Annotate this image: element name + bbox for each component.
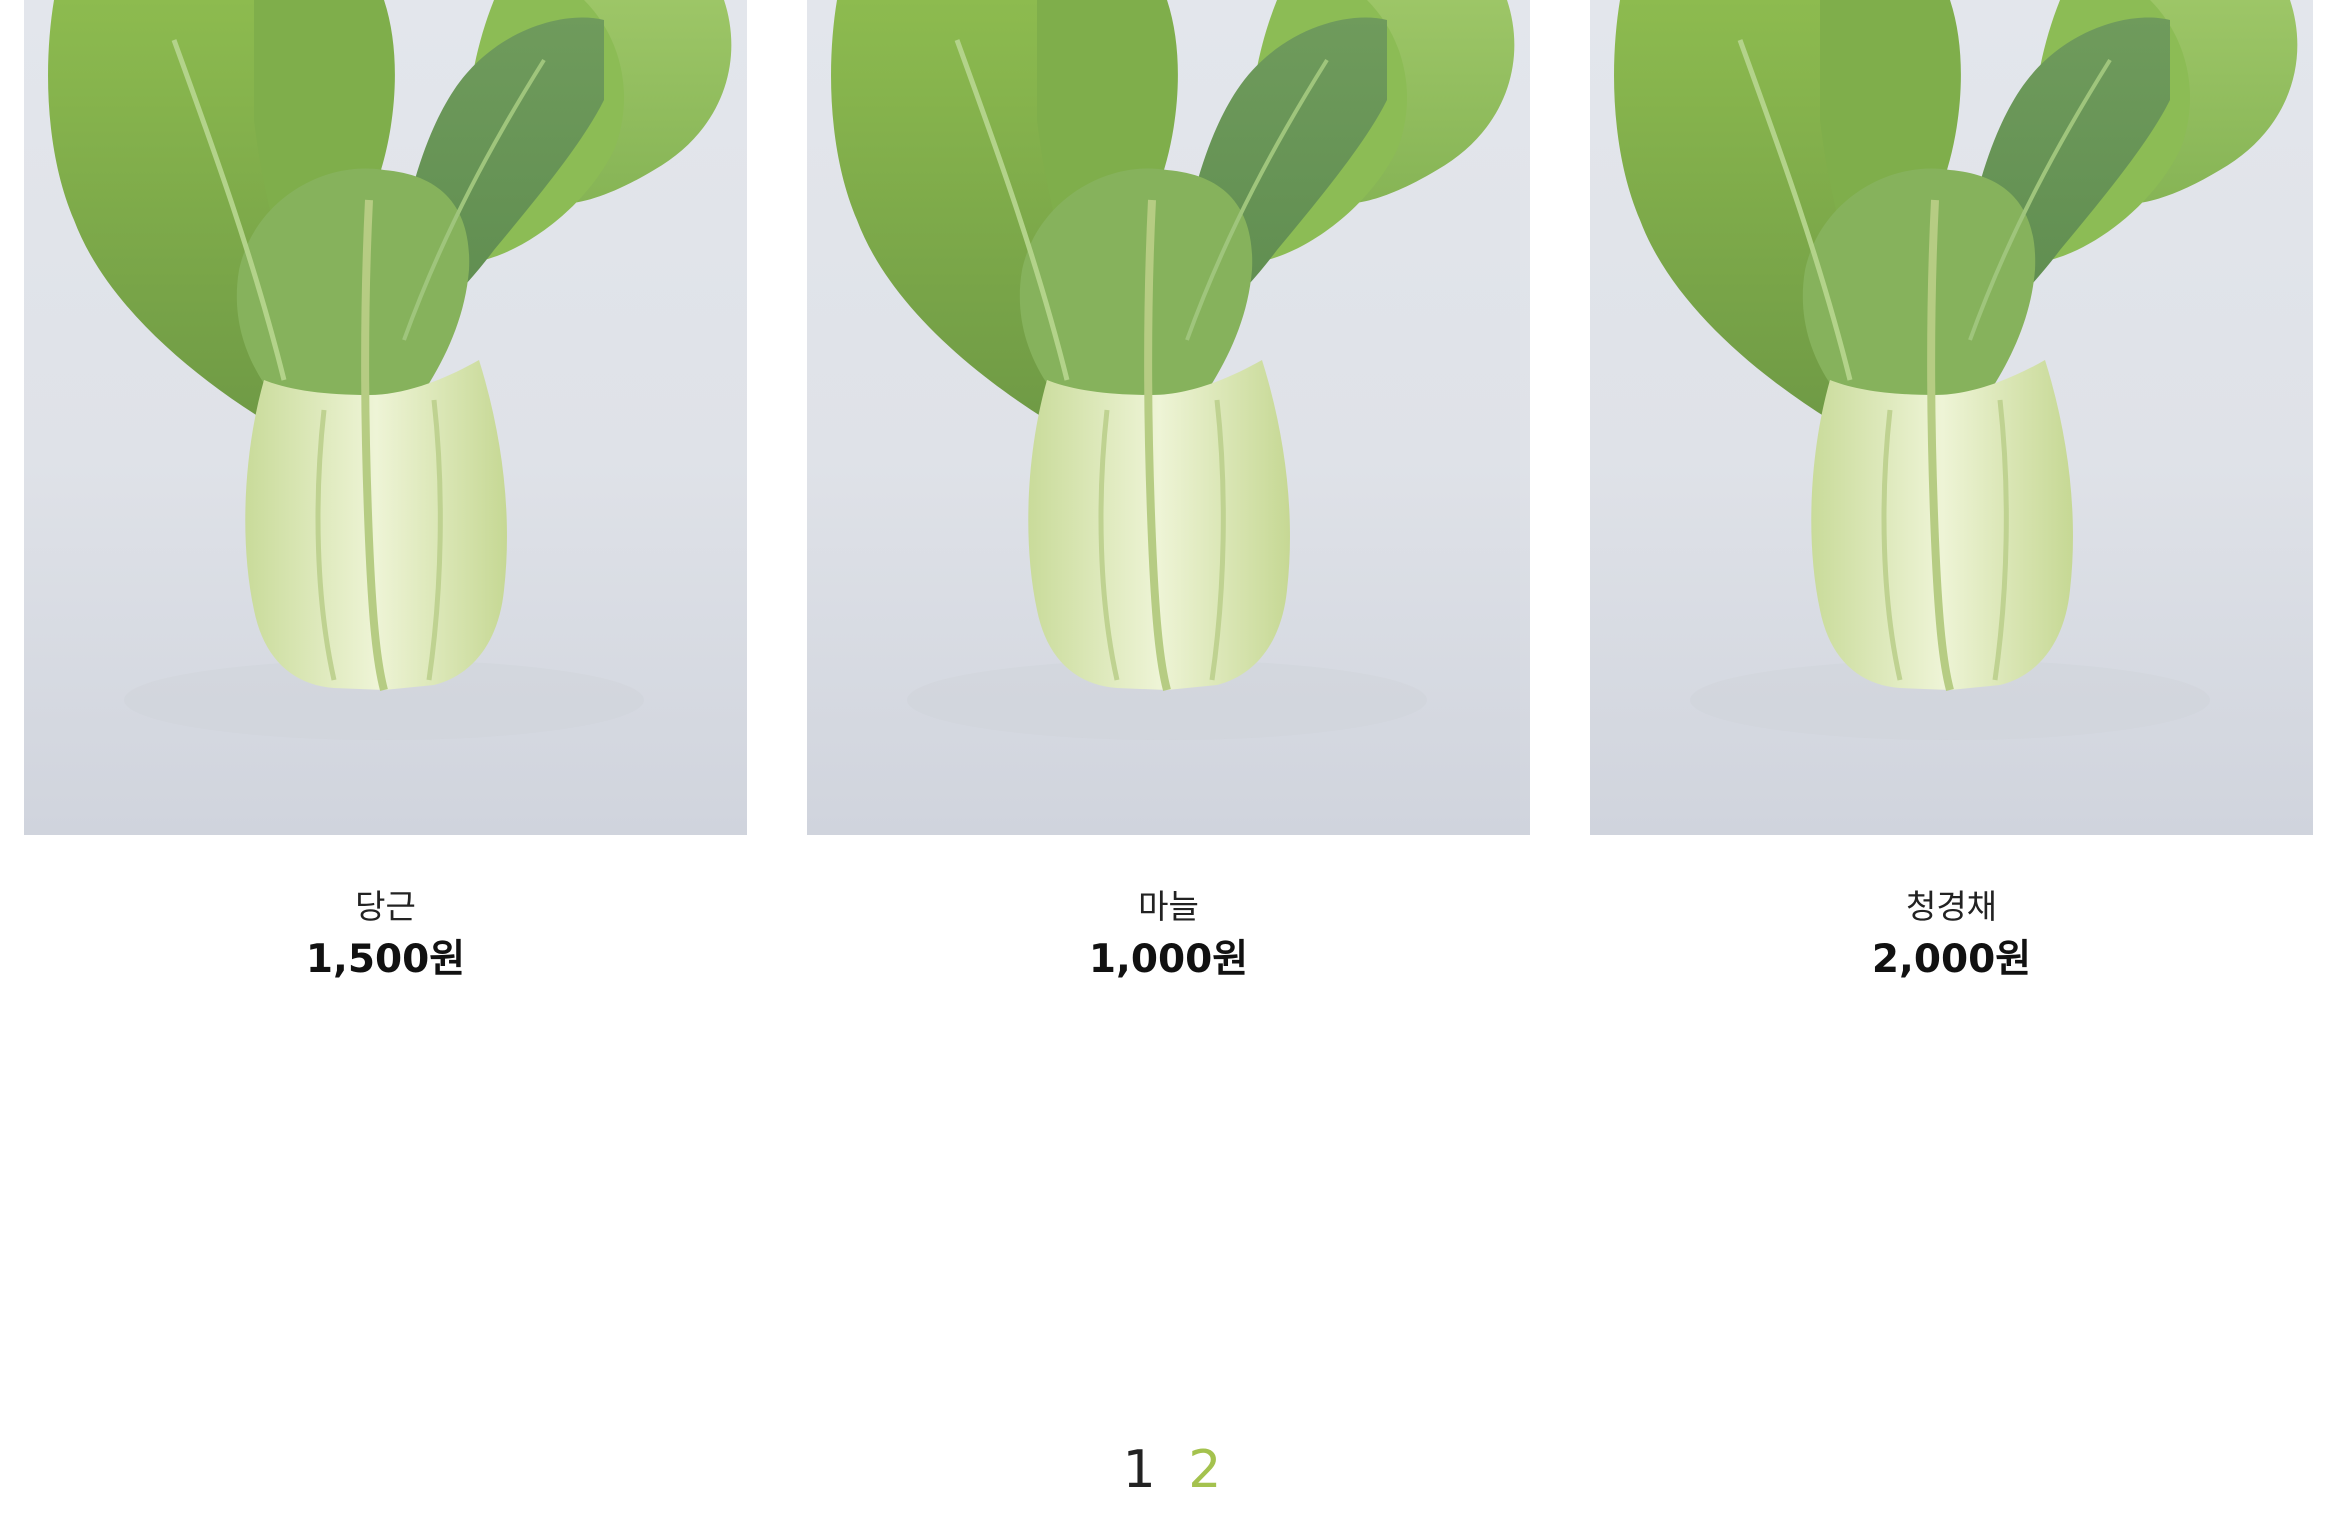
page-link-2-current[interactable]: 2 [1188,1437,1221,1503]
pagination: 1 2 [0,1437,2344,1503]
product-image-bok-choy[interactable] [24,0,747,835]
product-image-bok-choy[interactable] [807,0,1530,835]
product-name[interactable]: 청경채 [1590,884,2313,930]
product-price: 2,000원 [1871,937,2032,982]
product-card[interactable]: 마늘 1,000원 [807,0,1530,982]
product-card[interactable]: 당근 1,500원 [24,0,747,982]
product-name[interactable]: 마늘 [807,884,1530,930]
product-price: 1,500원 [305,937,466,982]
product-card[interactable]: 청경채 2,000원 [1590,0,2313,982]
product-image-bok-choy[interactable] [1590,0,2313,835]
product-price: 1,000원 [1088,937,1249,982]
product-name[interactable]: 당근 [24,884,747,930]
page-link-1[interactable]: 1 [1123,1437,1156,1503]
